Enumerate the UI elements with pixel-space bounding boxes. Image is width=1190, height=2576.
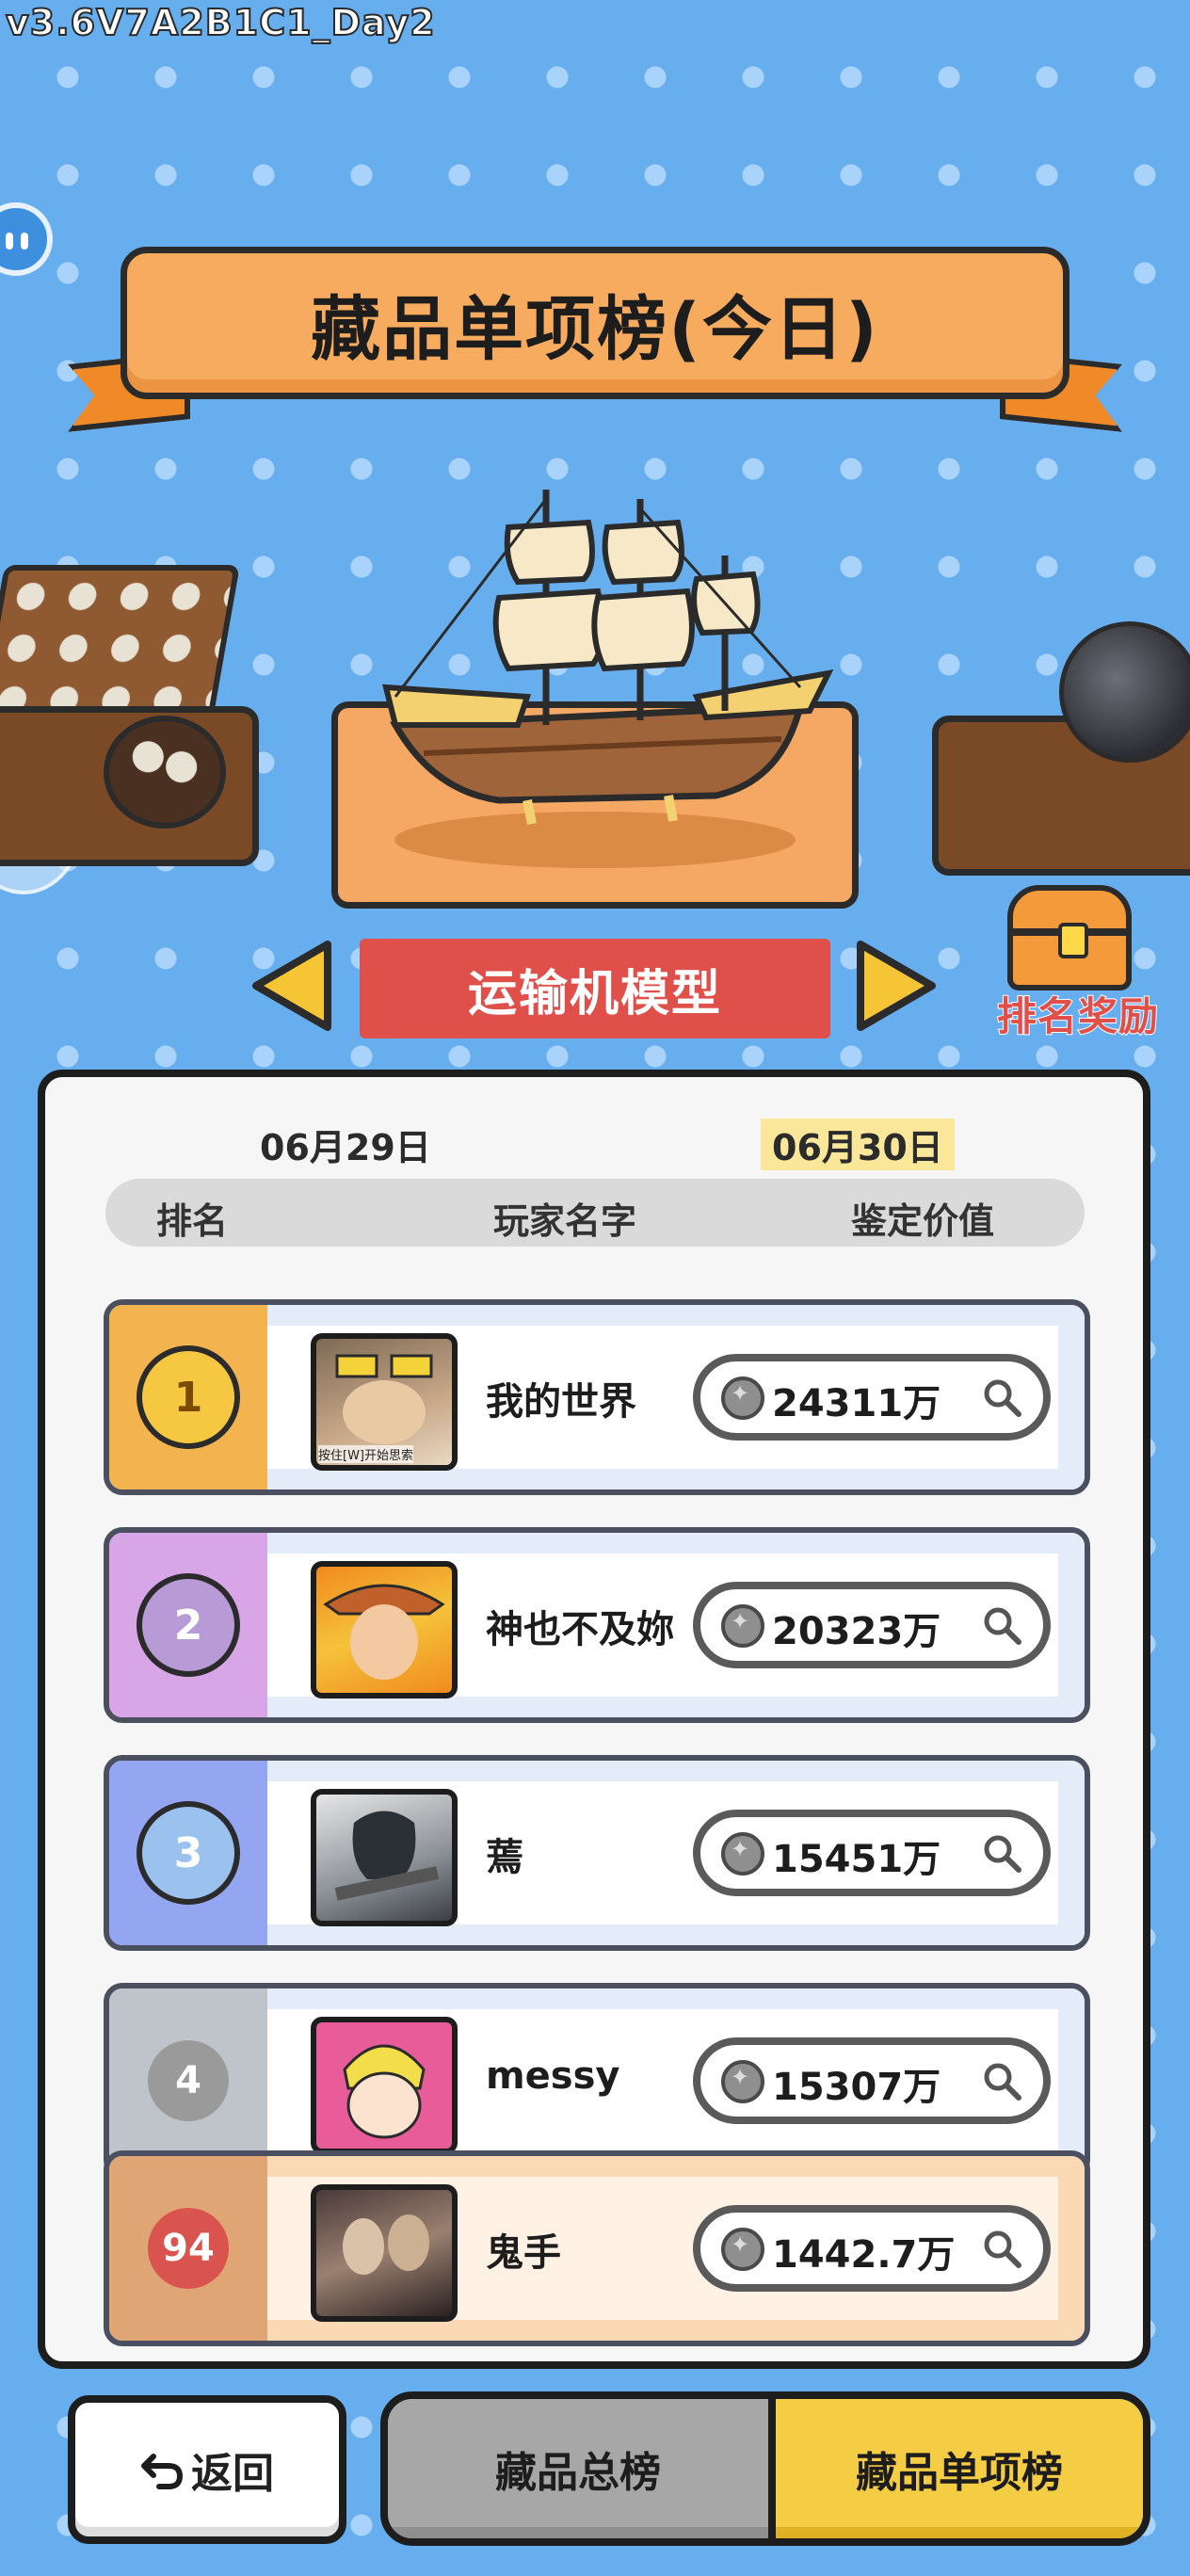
player-name: 我的世界: [486, 1380, 636, 1424]
magnifier-icon[interactable]: [981, 2060, 1024, 2103]
item-name: 运输机模型: [467, 965, 722, 1022]
my-rank-row[interactable]: 94 鬼手 1442.7万: [104, 2150, 1090, 2346]
rank-cell: 4: [109, 1988, 267, 2173]
player-name: 神也不及妳: [486, 1608, 674, 1651]
value-pill[interactable]: 15307万: [693, 2037, 1051, 2124]
version-label: v3.6V7A2B1C1_Day2: [5, 1, 436, 44]
title-banner: 藏品单项榜(今日): [121, 247, 1069, 399]
item-name-plate: 运输机模型: [360, 939, 830, 1038]
rank-cell: 3: [109, 1761, 267, 1945]
leaderboard-row-4[interactable]: 4 messy 15307万: [104, 1983, 1090, 2179]
treasure-chest-icon: [1007, 885, 1132, 990]
coin-icon: [721, 1604, 764, 1648]
go-board-collectible[interactable]: [0, 565, 240, 725]
appraised-value: 1442.7万: [772, 2233, 956, 2277]
date-tab-current[interactable]: 06月30日: [761, 1119, 955, 1170]
rank-cell: 94: [109, 2156, 267, 2341]
next-item-button[interactable]: [851, 937, 941, 1035]
appraised-value: 24311万: [772, 1382, 941, 1425]
back-button[interactable]: 返回: [68, 2395, 346, 2544]
leaderboard-panel: 06月29日 06月30日 排名 玩家名字 鉴定价值 1 按住[W]开始思索 我…: [38, 1070, 1150, 2369]
collectible-right: [1059, 621, 1190, 763]
column-value: 鉴定价值: [851, 1200, 995, 1242]
column-rank: 排名: [156, 1200, 229, 1242]
back-label: 返回: [191, 2450, 274, 2498]
coin-icon: [721, 2060, 764, 2103]
column-player: 玩家名字: [493, 1200, 637, 1242]
leaderboard-row-3[interactable]: 3 蔫 15451万: [104, 1755, 1090, 1951]
sailing-ship-collectible[interactable]: [358, 471, 847, 847]
magnifier-icon[interactable]: [981, 1832, 1024, 1876]
date-tab-previous[interactable]: 06月29日: [260, 1119, 431, 1170]
value-pill[interactable]: 20323万: [693, 1582, 1051, 1668]
value-pill[interactable]: 1442.7万: [693, 2205, 1051, 2292]
prev-item-button[interactable]: [247, 937, 337, 1035]
silver-medal-icon: 2: [137, 1573, 240, 1677]
go-stone-pot: [104, 716, 226, 829]
coin-icon: [721, 2228, 764, 2271]
avatar[interactable]: [311, 1789, 458, 1926]
avatar-caption: 按住[W]开始思索: [318, 1445, 413, 1463]
column-header: 排名 玩家名字 鉴定价值: [105, 1179, 1085, 1247]
rank-number: 94: [148, 2208, 229, 2289]
avatar[interactable]: 按住[W]开始思索: [311, 1333, 458, 1471]
value-pill[interactable]: 15451万: [693, 1810, 1051, 1896]
magnifier-icon[interactable]: [981, 1604, 1024, 1648]
return-arrow-icon: [141, 2454, 184, 2489]
leaderboard-row-2[interactable]: 2 神也不及妳 20323万: [104, 1527, 1090, 1723]
ranking-tab-bar: 藏品总榜 藏品单项榜: [380, 2391, 1150, 2546]
coin-icon: [721, 1377, 764, 1420]
magnifier-icon[interactable]: [981, 2228, 1024, 2271]
gold-medal-icon: 1: [137, 1345, 240, 1449]
player-name: messy: [486, 2054, 620, 2098]
avatar[interactable]: [311, 2184, 458, 2322]
triangle-left-icon: [252, 941, 331, 1031]
page-title: 藏品单项榜(今日): [311, 288, 879, 370]
ranking-reward-button[interactable]: 排名奖励: [979, 885, 1167, 1045]
value-pill[interactable]: 24311万: [693, 1354, 1051, 1441]
appraised-value: 15451万: [772, 1838, 941, 1881]
player-name: 鬼手: [486, 2231, 561, 2275]
rank-number: 4: [148, 2040, 229, 2121]
rank-cell: 1: [109, 1305, 267, 1489]
triangle-right-icon: [857, 941, 936, 1031]
appraised-value: 15307万: [772, 2066, 941, 2109]
player-name: 蔫: [486, 1836, 523, 1879]
tab-single-ranking[interactable]: 藏品单项榜: [776, 2399, 1143, 2538]
chat-bubble-icon[interactable]: [0, 202, 53, 276]
coin-icon: [721, 1832, 764, 1876]
appraised-value: 20323万: [772, 1610, 941, 1653]
bronze-medal-icon: 3: [137, 1801, 240, 1905]
rank-cell: 2: [109, 1533, 267, 1717]
ranking-reward-label: 排名奖励: [996, 992, 1159, 1040]
avatar[interactable]: [311, 1561, 458, 1699]
leaderboard-row-1[interactable]: 1 按住[W]开始思索 我的世界 24311万: [104, 1299, 1090, 1495]
tab-total-ranking[interactable]: 藏品总榜: [388, 2399, 776, 2538]
magnifier-icon[interactable]: [981, 1377, 1024, 1420]
avatar[interactable]: [311, 2017, 458, 2154]
